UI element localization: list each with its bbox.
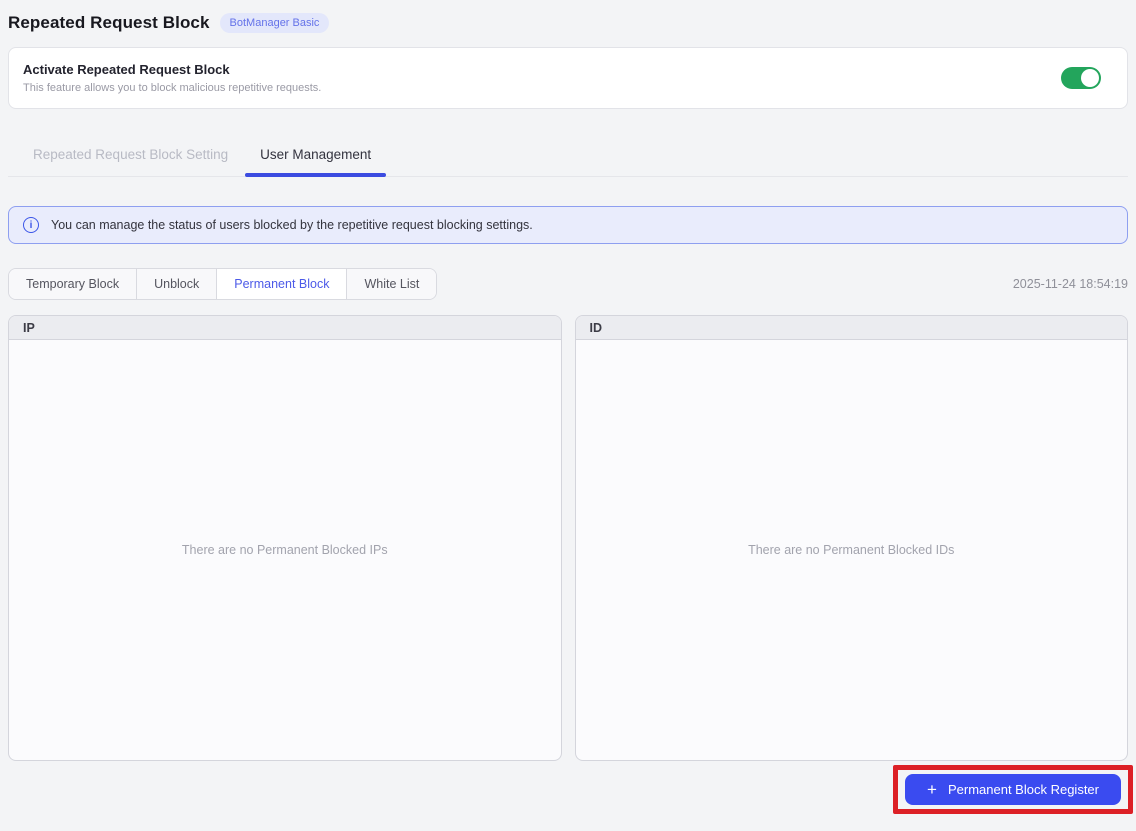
info-banner: i You can manage the status of users blo… bbox=[8, 206, 1128, 244]
filter-white-list[interactable]: White List bbox=[347, 269, 437, 299]
activate-card: Activate Repeated Request Block This fea… bbox=[8, 47, 1128, 109]
register-button-label: Permanent Block Register bbox=[947, 782, 1099, 797]
timestamp: 2025-11-24 18:54:19 bbox=[1012, 277, 1128, 291]
id-panel-header: ID bbox=[575, 316, 1127, 340]
ip-panel-header: IP bbox=[9, 316, 561, 340]
id-panel-body: There are no Permanent Blocked IDs bbox=[576, 340, 1128, 760]
filter-temporary-block[interactable]: Temporary Block bbox=[9, 269, 138, 299]
annotation-red-box: + Permanent Block Register bbox=[893, 765, 1133, 814]
ip-panel-body: There are no Permanent Blocked IPs bbox=[9, 340, 561, 760]
ip-empty-text: There are no Permanent Blocked IPs bbox=[181, 543, 388, 557]
filter-group: Temporary Block Unblock Permanent Block … bbox=[8, 268, 438, 300]
info-banner-text: You can manage the status of users block… bbox=[51, 218, 533, 232]
toggle-knob-icon bbox=[1081, 69, 1099, 87]
activate-card-text: Activate Repeated Request Block This fea… bbox=[23, 62, 321, 94]
tab-repeated-request-block-setting[interactable]: Repeated Request Block Setting bbox=[18, 137, 243, 176]
activate-toggle[interactable] bbox=[1061, 67, 1101, 89]
filter-row: Temporary Block Unblock Permanent Block … bbox=[8, 268, 1128, 300]
activate-card-description: This feature allows you to block malicio… bbox=[23, 82, 322, 94]
tab-bar: Repeated Request Block Setting User Mana… bbox=[8, 137, 1128, 177]
id-empty-text: There are no Permanent Blocked IDs bbox=[748, 543, 955, 557]
ip-panel: IP There are no Permanent Blocked IPs bbox=[8, 315, 562, 761]
plus-icon: + bbox=[927, 779, 937, 799]
footer-row: + Permanent Block Register bbox=[8, 765, 1133, 814]
page: Repeated Request Block BotManager Basic … bbox=[0, 0, 1136, 831]
page-header: Repeated Request Block BotManager Basic bbox=[8, 0, 1128, 47]
plan-badge: BotManager Basic bbox=[219, 13, 330, 33]
panels: IP There are no Permanent Blocked IPs ID… bbox=[8, 315, 1128, 761]
info-icon: i bbox=[23, 217, 39, 233]
tab-user-management[interactable]: User Management bbox=[245, 137, 387, 177]
page-title: Repeated Request Block bbox=[8, 13, 210, 32]
activate-card-title: Activate Repeated Request Block bbox=[23, 62, 230, 77]
permanent-block-register-button[interactable]: + Permanent Block Register bbox=[905, 774, 1121, 805]
filter-unblock[interactable]: Unblock bbox=[137, 269, 218, 299]
id-panel: ID There are no Permanent Blocked IDs bbox=[574, 315, 1128, 761]
filter-permanent-block[interactable]: Permanent Block bbox=[217, 269, 348, 299]
